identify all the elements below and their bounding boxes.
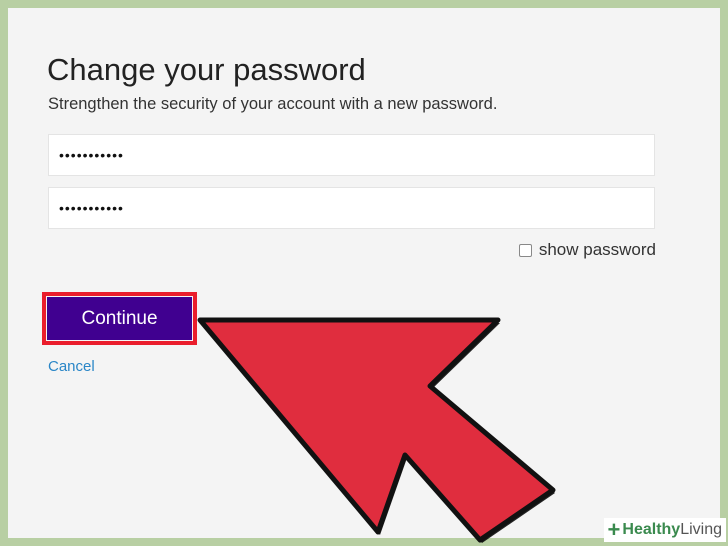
arrow-body bbox=[197, 317, 556, 543]
watermark-word-living: Living bbox=[680, 521, 722, 538]
healthy-living-watermark: + Healthy Living bbox=[603, 517, 726, 542]
pointer-arrow-icon bbox=[197, 317, 556, 543]
healthy-living-plus-icon: + bbox=[607, 517, 621, 542]
watermark-word-healthy: Healthy bbox=[622, 521, 681, 538]
